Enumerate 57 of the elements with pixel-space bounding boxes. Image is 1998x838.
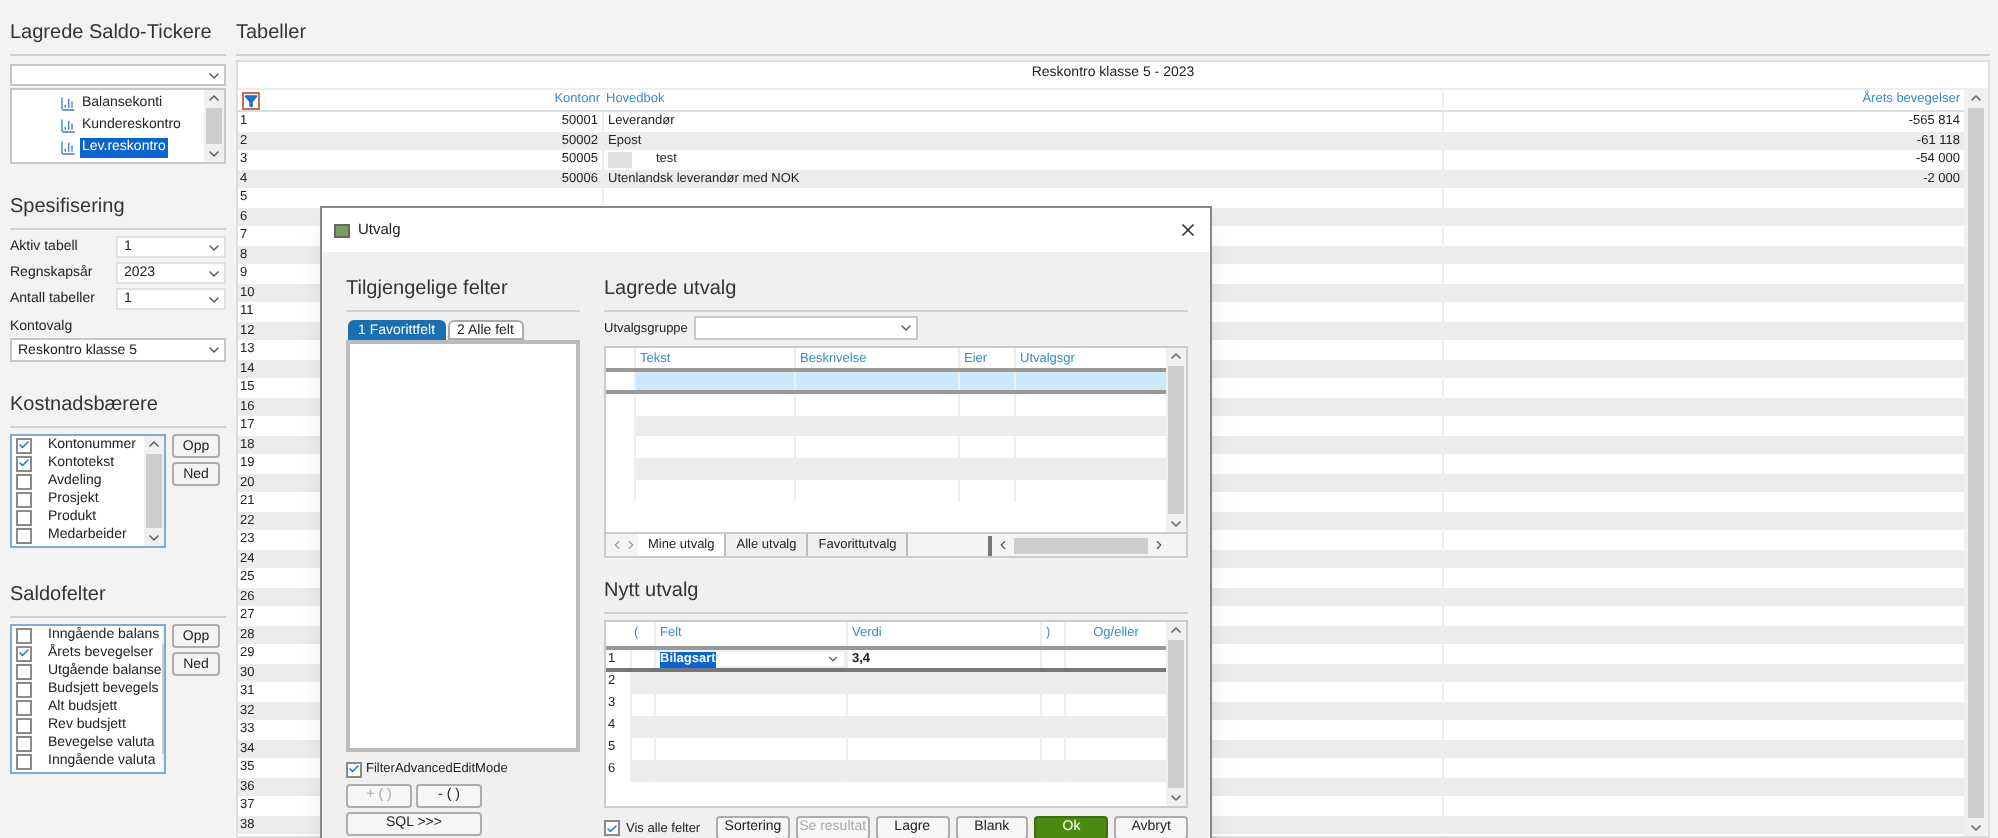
- chevron-right-icon[interactable]: [624, 538, 638, 552]
- checkbox[interactable]: [16, 663, 32, 679]
- chevron-down-icon: [897, 320, 914, 336]
- chevron-down-icon: [146, 530, 162, 546]
- checkbox[interactable]: [16, 627, 32, 643]
- checkbox[interactable]: [604, 820, 620, 836]
- scrollbar[interactable]: [1166, 348, 1186, 532]
- close-icon[interactable]: [1178, 220, 1198, 240]
- chevron-up-icon: [146, 436, 162, 452]
- chevron-down-icon: [826, 652, 840, 666]
- checkbox[interactable]: [16, 491, 32, 507]
- checkbox[interactable]: [16, 717, 32, 733]
- check-icon: [348, 762, 360, 776]
- chevron-left-icon[interactable]: [610, 538, 624, 552]
- chevron-right-icon: [1152, 538, 1166, 552]
- chart-icon: [60, 139, 76, 155]
- checkbox[interactable]: [16, 437, 32, 453]
- chevron-up-icon: [1968, 90, 1984, 106]
- chevron-left-icon: [996, 538, 1011, 552]
- section-heading: Nytt utvalg: [604, 580, 699, 602]
- app-icon: [334, 223, 350, 237]
- section-heading: Spesifisering: [10, 196, 125, 218]
- section-heading: Saldofelter: [10, 584, 106, 606]
- checkbox[interactable]: [16, 645, 32, 661]
- chevron-down-icon: [206, 146, 222, 162]
- checkbox[interactable]: [16, 681, 32, 697]
- section-heading: Tabeller: [236, 22, 307, 44]
- checkbox[interactable]: [16, 699, 32, 715]
- chart-icon: [60, 95, 76, 111]
- chevron-up-icon: [1168, 348, 1184, 364]
- checkbox[interactable]: [16, 509, 32, 525]
- chart-icon: [60, 117, 76, 133]
- scrollbar[interactable]: [144, 436, 164, 546]
- checkbox[interactable]: [16, 527, 32, 543]
- checkbox[interactable]: [16, 735, 32, 751]
- checkbox[interactable]: [16, 473, 32, 489]
- scrollbar[interactable]: [1964, 90, 1988, 836]
- checkbox[interactable]: [16, 455, 32, 471]
- section-heading: Tilgjengelige felter: [346, 278, 508, 300]
- scrollbar[interactable]: [204, 90, 224, 162]
- filter-icon[interactable]: [242, 91, 260, 109]
- chevron-down-icon: [1968, 820, 1984, 836]
- section-heading: Kostnadsbærere: [10, 394, 158, 416]
- chevron-up-icon: [1168, 622, 1184, 638]
- checkbox[interactable]: [16, 753, 32, 769]
- chevron-down-icon: [1168, 516, 1184, 532]
- checkbox[interactable]: [346, 761, 362, 777]
- scrollbar[interactable]: [1166, 622, 1186, 806]
- horizontal-scrollbar[interactable]: [988, 535, 1166, 555]
- check-icon: [18, 646, 30, 660]
- chevron-down-icon: [1168, 790, 1184, 806]
- chevron-down-icon: [206, 342, 222, 358]
- section-heading: Lagrede Saldo-Tickere: [10, 22, 212, 44]
- table-row[interactable]: [606, 372, 1166, 394]
- chevron-up-icon: [206, 90, 222, 106]
- section-heading: Lagrede utvalg: [604, 278, 737, 300]
- check-icon: [606, 821, 618, 835]
